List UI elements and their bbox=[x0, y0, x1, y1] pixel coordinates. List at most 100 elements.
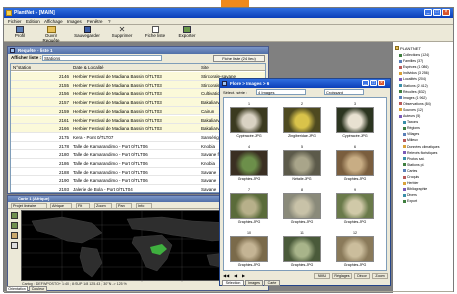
tree-item[interactable]: Localités (204) bbox=[399, 76, 451, 82]
tree-item[interactable]: Taxons bbox=[403, 119, 455, 125]
cell-location: Herbier Festival de Madiana Bassin 0/TLT… bbox=[73, 100, 162, 106]
tree-item[interactable]: Individus (3 256) bbox=[399, 70, 451, 76]
menu-fichier[interactable]: Fichier bbox=[8, 19, 22, 24]
thumbnail-image[interactable] bbox=[336, 236, 374, 262]
tree-item-label: Collections (124) bbox=[403, 53, 430, 57]
sheet-list-button[interactable]: Fiche liste bbox=[142, 26, 168, 41]
tab-carte[interactable]: Carte bbox=[264, 280, 280, 286]
tree-item-label: Familles (37) bbox=[403, 59, 424, 64]
fiche-liste-button[interactable]: Fiche liste (24 lieu) bbox=[213, 54, 265, 62]
profil-button[interactable]: Profil bbox=[10, 26, 30, 41]
thumbnail-image[interactable] bbox=[283, 150, 321, 176]
tree-item[interactable]: Régions bbox=[403, 125, 455, 131]
tree-node-icon bbox=[399, 108, 402, 112]
menu-fenetre[interactable]: Fenêtre bbox=[87, 19, 103, 24]
tree-item[interactable]: Milieux bbox=[403, 137, 455, 143]
cell-id: 2166 bbox=[58, 126, 69, 132]
thumbnail-image[interactable] bbox=[230, 193, 268, 219]
thumbnail-image[interactable] bbox=[336, 150, 374, 176]
app-title-bar: PlantNet - [MAIN] bbox=[4, 8, 453, 18]
footer-decor-button[interactable]: Décor bbox=[354, 272, 370, 279]
menu-edition[interactable]: Edition bbox=[26, 19, 40, 24]
tree-item[interactable]: Cartes bbox=[403, 168, 455, 174]
tree-item[interactable]: Export bbox=[403, 198, 455, 204]
menu-affichage[interactable]: Affichage bbox=[44, 19, 63, 24]
zoom-in-icon[interactable] bbox=[11, 212, 18, 219]
tree-item[interactable]: Photos sat. bbox=[403, 156, 455, 162]
images-sort-select[interactable]: Croissant bbox=[324, 89, 364, 95]
close-button[interactable]: × bbox=[442, 9, 450, 16]
images-maximize-button[interactable]: □ bbox=[370, 80, 377, 86]
tree-item[interactable]: Villages bbox=[403, 131, 455, 137]
delete-button[interactable]: ✕ Supprimer bbox=[108, 26, 136, 41]
thumbnail-image[interactable] bbox=[230, 236, 268, 262]
nav-prev-icon[interactable]: ◀ bbox=[234, 273, 237, 278]
tree-item[interactable]: Sources (12) bbox=[399, 107, 451, 113]
thumbnail-image[interactable] bbox=[230, 150, 268, 176]
menu-help[interactable]: ? bbox=[108, 19, 111, 24]
footer-nmu-button[interactable]: NMU bbox=[314, 272, 330, 279]
export-button[interactable]: Exporter bbox=[174, 26, 200, 41]
footer-zoom-button[interactable]: Zoom bbox=[372, 272, 388, 279]
tree-root[interactable]: PLANTNET bbox=[395, 46, 421, 51]
nav-next-icon[interactable]: ▶ bbox=[242, 273, 245, 278]
nav-first-icon[interactable]: ◀◀ bbox=[223, 273, 229, 278]
cell-location: Talle de Kamarandimo - Port 0/TLT06 bbox=[73, 169, 148, 175]
tree-item[interactable]: Collections (124) bbox=[399, 52, 451, 58]
thumbnail-image[interactable] bbox=[283, 193, 321, 219]
tree-item[interactable]: Auteurs (5) bbox=[399, 113, 451, 119]
carte-info-button[interactable]: Info bbox=[136, 202, 152, 209]
col-header-site[interactable]: Site bbox=[201, 65, 261, 70]
thumbnail-image[interactable] bbox=[336, 107, 374, 133]
requete-filter-label: Afficher liste : bbox=[11, 55, 42, 60]
tree-item-label: Bibliographie bbox=[407, 187, 428, 192]
open-query-button[interactable]: Ouvrir Requête bbox=[36, 26, 66, 43]
images-series-select[interactable]: 4 Images bbox=[256, 89, 306, 95]
tab-orientation[interactable]: Orientation bbox=[6, 286, 28, 292]
images-minimize-button[interactable]: _ bbox=[362, 80, 369, 86]
tree-item[interactable]: Divers bbox=[403, 192, 455, 198]
tree-item[interactable]: Données climatiques bbox=[403, 144, 455, 150]
thumbnail-image[interactable] bbox=[283, 236, 321, 262]
tab-selection[interactable]: Sélection bbox=[222, 280, 244, 286]
carte-projection-button[interactable]: Projet linéaire bbox=[11, 202, 47, 209]
thumbnail-image[interactable] bbox=[283, 107, 321, 133]
zoom-out-icon[interactable] bbox=[11, 222, 18, 229]
requete-filter-select[interactable]: Stations bbox=[42, 55, 162, 61]
minimize-button[interactable]: _ bbox=[424, 9, 432, 16]
images-close-button[interactable]: × bbox=[378, 80, 385, 86]
tree-item[interactable]: Herbier bbox=[403, 180, 455, 186]
carte-pan-button[interactable]: Pan bbox=[116, 202, 132, 209]
tree-item[interactable]: Observations (84) bbox=[399, 101, 451, 107]
cell-location: Herbier Festival de Madiana Bassin 0/TLT… bbox=[73, 126, 162, 132]
tree-item[interactable]: Stations (2 412) bbox=[399, 83, 451, 89]
cell-id: 2193 bbox=[58, 187, 69, 193]
tree-item-label: Observations (84) bbox=[403, 101, 431, 106]
select-arrow-icon[interactable] bbox=[11, 242, 18, 249]
tree-item-label: Sources (12) bbox=[403, 107, 424, 112]
tab-couleur[interactable]: Couleur bbox=[29, 286, 47, 292]
maximize-button[interactable]: □ bbox=[433, 9, 441, 16]
pan-hand-icon[interactable] bbox=[11, 232, 18, 239]
carte-zoom-button[interactable]: Zoom bbox=[94, 202, 112, 209]
footer-reglages-button[interactable]: Réglages bbox=[332, 272, 352, 279]
col-header-loc[interactable]: Date & Localité bbox=[73, 65, 173, 70]
cell-id: 2190 bbox=[58, 178, 69, 184]
carte-fit-button[interactable]: Fit bbox=[76, 202, 90, 209]
tab-images[interactable]: Images bbox=[245, 280, 263, 286]
tree-item[interactable]: Familles (37) bbox=[399, 58, 451, 64]
tree-item[interactable]: Images (1 962) bbox=[399, 95, 451, 101]
tree-item[interactable]: Bibliographie bbox=[403, 186, 455, 192]
tree-item[interactable]: Récoltes (832) bbox=[399, 89, 451, 95]
tree-item[interactable]: Stations pl. bbox=[403, 162, 455, 168]
tree-item[interactable]: Espèces (1 086) bbox=[399, 64, 451, 70]
save-button[interactable]: Sauvegarder bbox=[72, 26, 102, 41]
col-header-id[interactable]: N°station bbox=[13, 65, 45, 70]
carte-region-select[interactable]: Afrique bbox=[50, 202, 72, 209]
menu-images[interactable]: Images bbox=[67, 19, 82, 24]
cell-id: 2156 bbox=[58, 91, 69, 97]
tree-item[interactable]: Relevés floristiques bbox=[403, 150, 455, 156]
tree-item[interactable]: Croquis bbox=[403, 174, 455, 180]
thumbnail-image[interactable] bbox=[336, 193, 374, 219]
thumbnail-image[interactable] bbox=[230, 107, 268, 133]
